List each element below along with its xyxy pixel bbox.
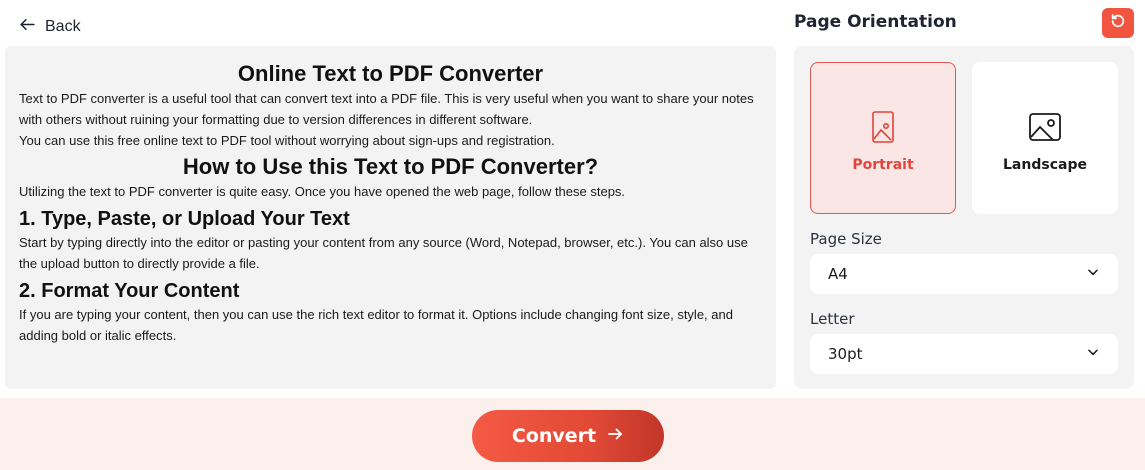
- landscape-option[interactable]: Landscape: [972, 62, 1118, 214]
- intro-paragraph: Text to PDF converter is a useful tool t…: [19, 91, 754, 127]
- intro-paragraph-2: You can use this free online text to PDF…: [19, 133, 555, 148]
- landscape-image-icon: [1027, 109, 1063, 145]
- back-button[interactable]: Back: [18, 16, 81, 38]
- arrow-right-icon: [606, 425, 624, 448]
- howto-heading: How to Use this Text to PDF Converter?: [182, 154, 599, 179]
- arrow-left-icon: [18, 15, 37, 39]
- settings-panel: Portrait Landscape Page Size A4 Letter 3…: [794, 46, 1134, 389]
- step1-paragraph: Start by typing directly into the editor…: [19, 235, 748, 271]
- portrait-image-icon: [865, 109, 901, 145]
- chevron-down-icon: [1086, 345, 1100, 363]
- portrait-option[interactable]: Portrait: [810, 62, 956, 214]
- step1-heading: 1. Type, Paste, or Upload Your Text: [19, 208, 350, 230]
- margin-value: 30pt: [828, 345, 863, 363]
- chevron-down-icon: [1086, 265, 1100, 283]
- step2-paragraph: If you are typing your content, then you…: [19, 307, 733, 343]
- page-size-value: A4: [828, 265, 848, 283]
- reset-icon: [1110, 13, 1126, 34]
- content-panel: Online Text to PDF Converter Text to PDF…: [5, 46, 776, 389]
- convert-button[interactable]: Convert: [472, 410, 664, 462]
- page-title: Online Text to PDF Converter: [237, 61, 544, 86]
- convert-label: Convert: [511, 425, 597, 447]
- howto-paragraph: Utilizing the text to PDF converter is q…: [19, 184, 626, 199]
- page-size-select[interactable]: A4: [810, 254, 1118, 294]
- step2-heading: 2. Format Your Content: [19, 280, 240, 302]
- portrait-label: Portrait: [852, 157, 914, 173]
- margin-select[interactable]: 30pt: [810, 334, 1118, 374]
- orientation-title: Page Orientation: [794, 12, 957, 32]
- margin-label: Letter: [810, 310, 855, 328]
- landscape-label: Landscape: [1003, 157, 1087, 173]
- page-size-label: Page Size: [810, 230, 882, 248]
- back-label: Back: [45, 18, 81, 35]
- reset-button[interactable]: [1102, 8, 1134, 38]
